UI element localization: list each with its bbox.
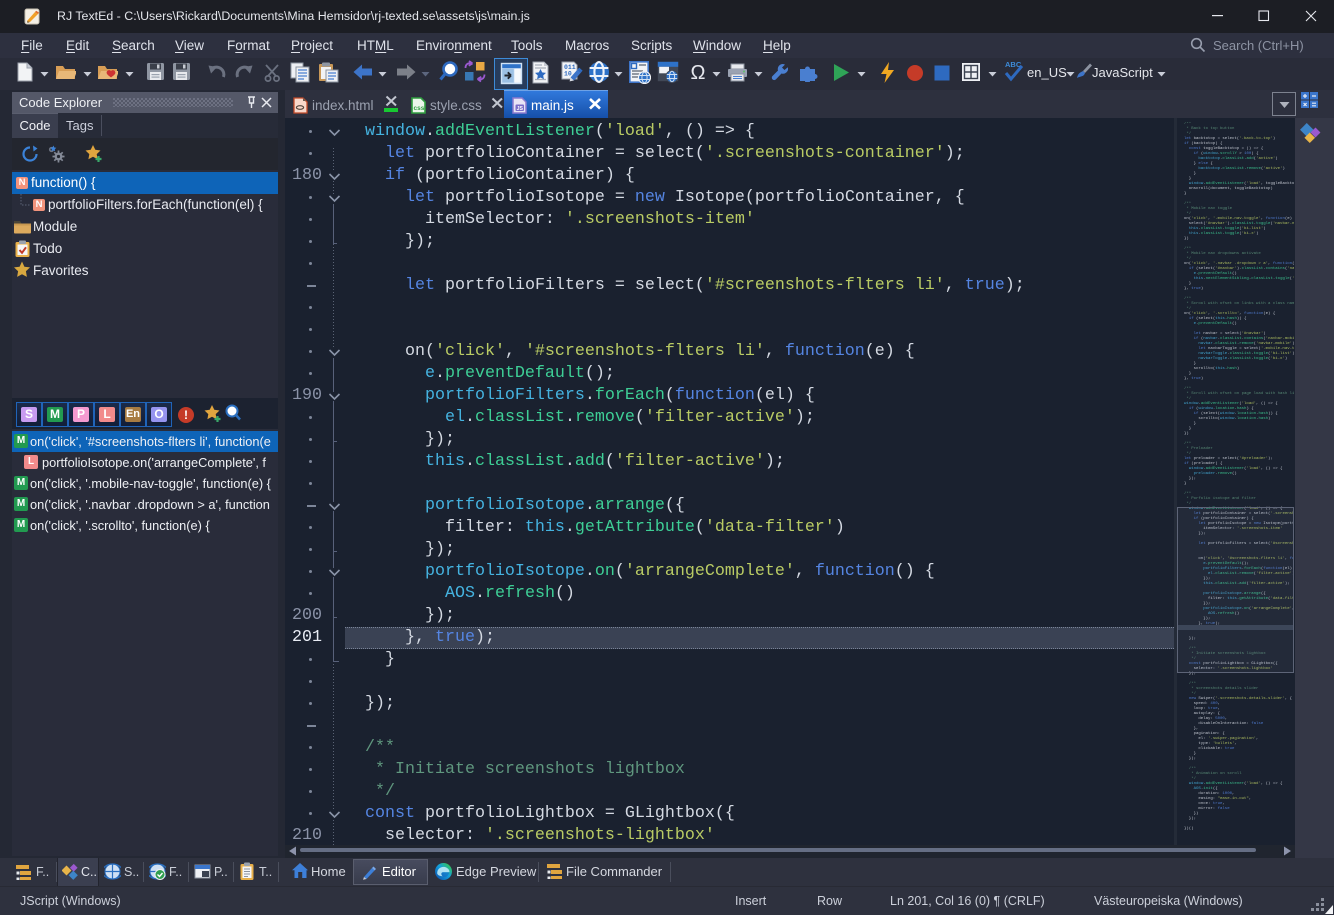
- svg-text:css: css: [414, 105, 425, 112]
- svg-text:JS: JS: [517, 106, 524, 112]
- svg-text:10: 10: [564, 71, 572, 78]
